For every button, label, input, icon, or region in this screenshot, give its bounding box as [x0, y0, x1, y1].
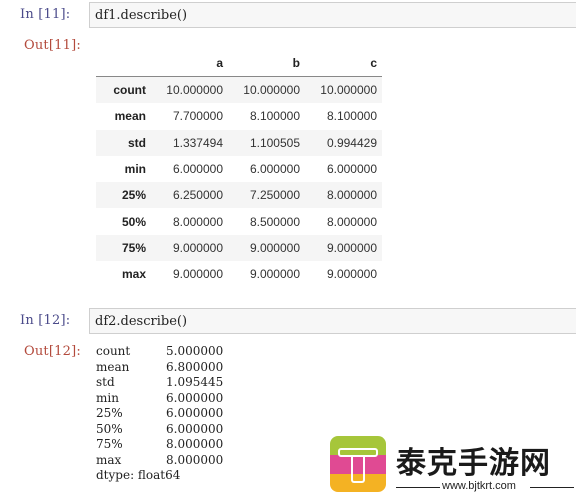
column-header-index [96, 50, 151, 77]
cell-value: 1.100505 [249, 135, 300, 150]
series-key: mean [96, 359, 130, 374]
watermark-title: 泰克手游网 [396, 446, 551, 481]
series-value: 6.000000 [166, 390, 224, 405]
series-row: min 6.000000 [96, 391, 223, 407]
table-row: std 1.337494 1.100505 0.994429 [96, 129, 382, 156]
column-header-b: b [292, 56, 300, 70]
column-header-a: a [216, 56, 223, 70]
series-value: 6.800000 [166, 359, 224, 374]
table-row: 50% 8.000000 8.500000 8.000000 [96, 208, 382, 234]
row-label: min [124, 162, 146, 177]
series-key: min [96, 390, 119, 405]
cell-value: 8.500000 [249, 214, 300, 229]
divider [530, 487, 574, 488]
cell-value: 7.700000 [172, 109, 223, 124]
series-dtype: dtype: float64 [96, 468, 223, 484]
describe-series-output: count 5.000000 mean 6.800000 std 1.095445 m… [96, 344, 223, 484]
series-row: 75% 8.000000 [96, 437, 223, 453]
cell-value: 9.000000 [249, 267, 300, 282]
cell-value: 8.000000 [172, 214, 223, 229]
row-label: max [121, 267, 146, 282]
watermark-logo-icon [330, 436, 386, 492]
cell-value: 7.250000 [249, 188, 300, 203]
cell-value: 10.000000 [243, 83, 300, 98]
row-label: 25% [121, 188, 146, 203]
series-key: 75% [96, 437, 123, 451]
cell-value: 10.000000 [320, 83, 377, 98]
series-row: std 1.095445 [96, 375, 223, 391]
row-label: 75% [121, 240, 146, 255]
watermark-url: www.bjtkrt.com [442, 480, 516, 492]
table-row: count 10.000000 10.000000 10.000000 [96, 76, 382, 104]
table-row: min 6.000000 6.000000 6.000000 [96, 156, 382, 182]
code-input-cell-11[interactable]: df1.describe() [89, 2, 576, 28]
series-row: 50% 6.000000 [96, 422, 223, 438]
cell-value: 9.000000 [249, 240, 300, 255]
cell-value: 0.994429 [326, 135, 377, 150]
series-key: 25% [96, 406, 123, 420]
series-value: 6.000000 [166, 421, 224, 436]
input-prompt-11: In [11]: [20, 7, 71, 22]
cell-value: 6.250000 [172, 188, 223, 203]
series-key: max [96, 452, 122, 467]
column-header-c: c [370, 56, 377, 70]
series-row: max 8.000000 [96, 453, 223, 469]
output-prompt-11: Out[11]: [24, 38, 81, 53]
cell-value: 9.000000 [326, 240, 377, 255]
table-row: 25% 6.250000 7.250000 8.000000 [96, 182, 382, 209]
input-prompt-12: In [12]: [20, 313, 71, 328]
table-header-row: a b c [96, 50, 382, 77]
series-value: 8.000000 [166, 437, 224, 451]
dtype-text: dtype: float64 [96, 468, 181, 482]
code-text: df2.describe() [95, 314, 188, 329]
cell-value: 6.000000 [172, 162, 223, 177]
cell-value: 8.100000 [326, 109, 377, 124]
row-label: std [128, 135, 146, 150]
divider [396, 487, 440, 488]
code-text: df1.describe() [95, 8, 188, 23]
series-key: std [96, 375, 115, 389]
cell-value: 10.000000 [166, 83, 223, 98]
watermark: 泰克手游网 www.bjtkrt.com [330, 436, 574, 496]
series-key: 50% [96, 421, 123, 436]
code-input-cell-12[interactable]: df2.describe() [89, 308, 576, 334]
series-row: mean 6.800000 [96, 360, 223, 376]
row-label: mean [114, 109, 146, 124]
row-label: 50% [121, 214, 146, 229]
cell-value: 9.000000 [172, 240, 223, 255]
series-key: count [96, 344, 131, 358]
output-prompt-12: Out[12]: [24, 344, 81, 359]
watermark-url-line: www.bjtkrt.com [396, 480, 574, 494]
cell-value: 6.000000 [249, 162, 300, 177]
cell-value: 6.000000 [326, 162, 377, 177]
series-value: 5.000000 [166, 344, 224, 358]
series-row: count 5.000000 [96, 344, 223, 360]
table-row: 75% 9.000000 9.000000 9.000000 [96, 234, 382, 262]
table-row: mean 7.700000 8.100000 8.100000 [96, 103, 382, 129]
cell-value: 8.000000 [326, 214, 377, 229]
cell-value: 8.000000 [326, 188, 377, 203]
cell-value: 9.000000 [326, 267, 377, 282]
cell-value: 9.000000 [172, 267, 223, 282]
row-label: count [113, 83, 146, 98]
cell-value: 1.337494 [172, 135, 223, 150]
table-row: max 9.000000 9.000000 9.000000 [96, 261, 382, 287]
series-value: 8.000000 [166, 452, 224, 467]
series-value: 1.095445 [166, 375, 224, 389]
series-row: 25% 6.000000 [96, 406, 223, 422]
cell-value: 8.100000 [249, 109, 300, 124]
series-value: 6.000000 [166, 406, 224, 420]
describe-dataframe-table: a b c count 10.000000 10.000000 10.00000… [96, 50, 382, 287]
